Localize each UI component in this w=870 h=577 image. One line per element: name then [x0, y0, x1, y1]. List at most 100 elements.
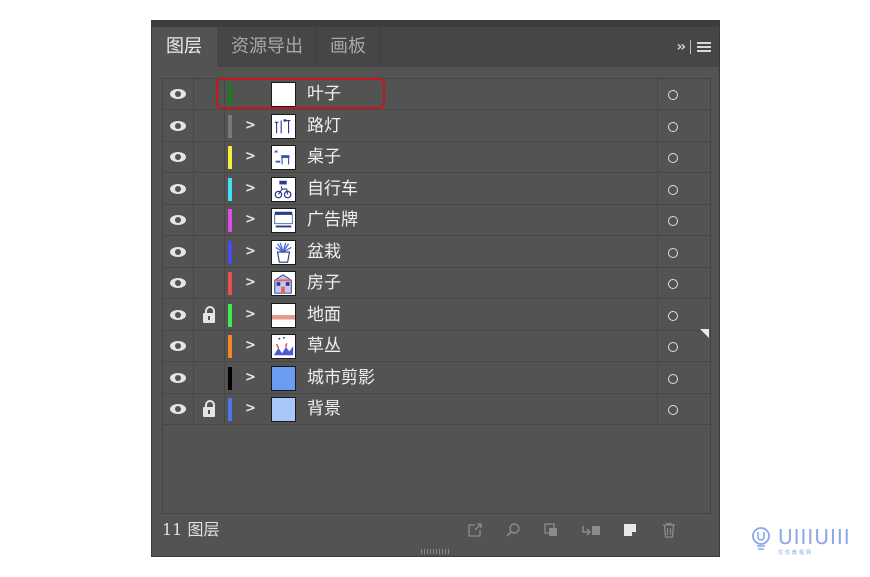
panel-controls: ›› [676, 27, 711, 67]
target-circle-icon[interactable] [668, 310, 678, 321]
chevron-right-icon[interactable]: > [245, 370, 256, 385]
visibility-toggle[interactable] [163, 268, 194, 299]
layer-name[interactable]: 自行车 [307, 174, 358, 205]
visibility-toggle[interactable] [163, 299, 194, 331]
chevron-right-icon[interactable]: > [245, 181, 256, 196]
layer-thumbnail [271, 271, 296, 296]
move-to-layer-icon[interactable] [581, 522, 601, 538]
target-cell[interactable] [657, 268, 710, 299]
lock-toggle[interactable] [194, 362, 225, 394]
layer-thumbnail [271, 302, 296, 328]
visibility-toggle[interactable] [163, 173, 194, 205]
chevron-right-icon[interactable]: > [245, 212, 256, 227]
target-circle-icon[interactable] [668, 153, 678, 163]
target-cell[interactable] [657, 236, 710, 268]
layer-thumbnail [271, 365, 296, 391]
layer-name[interactable]: 地面 [307, 300, 341, 331]
search-icon[interactable] [505, 522, 521, 538]
layer-row[interactable]: > 广告牌 [163, 205, 710, 236]
tab-artboards[interactable]: 画板 [316, 27, 380, 67]
layer-name[interactable]: 桌子 [307, 142, 341, 173]
layer-row[interactable]: > 自行车 [163, 173, 710, 205]
layer-thumbnail [271, 208, 296, 233]
chevron-right-icon[interactable]: > [245, 338, 256, 353]
tab-layers[interactable]: 图层 [152, 27, 217, 67]
lock-toggle[interactable] [194, 331, 225, 362]
visibility-toggle[interactable] [163, 142, 194, 173]
target-circle-icon[interactable] [668, 342, 678, 352]
panel-footer: 11 图层 [152, 514, 719, 546]
chevron-right-icon[interactable]: > [245, 118, 256, 133]
visibility-toggle[interactable] [163, 362, 194, 394]
eye-icon [170, 120, 186, 131]
target-cell[interactable] [657, 79, 710, 110]
target-cell[interactable] [657, 173, 710, 205]
layer-row[interactable]: > 背景 [163, 394, 710, 425]
eye-icon [170, 246, 186, 257]
layer-name[interactable]: 城市剪影 [307, 363, 375, 394]
target-circle-icon[interactable] [668, 373, 678, 384]
layer-name[interactable]: 广告牌 [307, 205, 358, 236]
chevron-right-icon[interactable]: > [245, 244, 256, 259]
layer-name[interactable]: 房子 [307, 268, 341, 299]
layer-name[interactable]: 盆栽 [307, 237, 341, 268]
layer-name[interactable]: 草丛 [307, 331, 341, 362]
lock-toggle[interactable] [194, 173, 225, 205]
target-cell[interactable] [657, 362, 710, 394]
lock-toggle[interactable] [194, 205, 225, 236]
target-cell[interactable] [657, 299, 710, 331]
layer-list[interactable]: 叶子 > 路灯 > 桌子 > 自行车 > 广告牌 > 盆栽 > 房子 > 地面 > 草丛 > 城市剪影 > 背景 [162, 78, 711, 514]
target-cell[interactable] [657, 205, 710, 236]
new-layer-icon[interactable] [622, 522, 638, 538]
layer-row[interactable]: > 桌子 [163, 142, 710, 173]
visibility-toggle[interactable] [163, 236, 194, 268]
target-circle-icon[interactable] [668, 216, 678, 226]
target-circle-icon[interactable] [668, 184, 678, 195]
target-cell[interactable] [657, 394, 710, 425]
target-circle-icon[interactable] [668, 405, 678, 415]
target-circle-icon[interactable] [668, 279, 678, 289]
chevron-right-icon[interactable]: > [245, 401, 256, 416]
lock-toggle[interactable] [194, 110, 225, 142]
layer-row[interactable]: > 草丛 [163, 331, 710, 362]
layer-row[interactable]: > 城市剪影 [163, 362, 710, 394]
hamburger-menu-icon[interactable] [697, 42, 711, 52]
visibility-toggle[interactable] [163, 205, 194, 236]
layer-row[interactable]: > 路灯 [163, 110, 710, 142]
lock-icon [203, 400, 215, 417]
layer-name[interactable]: 路灯 [307, 111, 341, 142]
visibility-toggle[interactable] [163, 394, 194, 425]
visibility-toggle[interactable] [163, 79, 194, 110]
layer-thumbnail [271, 334, 296, 359]
target-circle-icon[interactable] [668, 121, 678, 132]
layer-color-bar [228, 146, 232, 169]
chevron-right-icon[interactable]: > [245, 149, 256, 164]
visibility-toggle[interactable] [163, 331, 194, 362]
lock-toggle[interactable] [194, 236, 225, 268]
layer-row[interactable]: > 房子 [163, 268, 710, 299]
lock-toggle[interactable] [194, 299, 225, 331]
resize-grip[interactable] [421, 549, 451, 554]
lock-icon [203, 305, 215, 323]
target-cell[interactable] [657, 142, 710, 173]
layer-color-bar [228, 366, 232, 390]
lock-toggle[interactable] [194, 394, 225, 425]
collapse-panel-icon[interactable]: ›› [676, 27, 685, 67]
tab-asset-export[interactable]: 资源导出 [217, 27, 317, 67]
chevron-right-icon[interactable]: > [245, 275, 256, 290]
delete-icon[interactable] [661, 522, 677, 538]
target-circle-icon[interactable] [668, 247, 678, 258]
layer-name[interactable]: 背景 [307, 394, 341, 425]
tab-bar: 图层 资源导出 画板 ›› [152, 27, 719, 67]
target-circle-icon[interactable] [668, 90, 678, 100]
layer-color-bar [228, 335, 232, 358]
export-icon[interactable] [467, 522, 483, 538]
lock-toggle[interactable] [194, 142, 225, 173]
make-clip-mask-icon[interactable] [543, 522, 559, 538]
target-cell[interactable] [657, 110, 710, 142]
visibility-toggle[interactable] [163, 110, 194, 142]
chevron-right-icon[interactable]: > [245, 307, 256, 322]
layer-row[interactable]: > 盆栽 [163, 236, 710, 268]
lock-toggle[interactable] [194, 268, 225, 299]
layer-row[interactable]: > 地面 [163, 299, 710, 331]
